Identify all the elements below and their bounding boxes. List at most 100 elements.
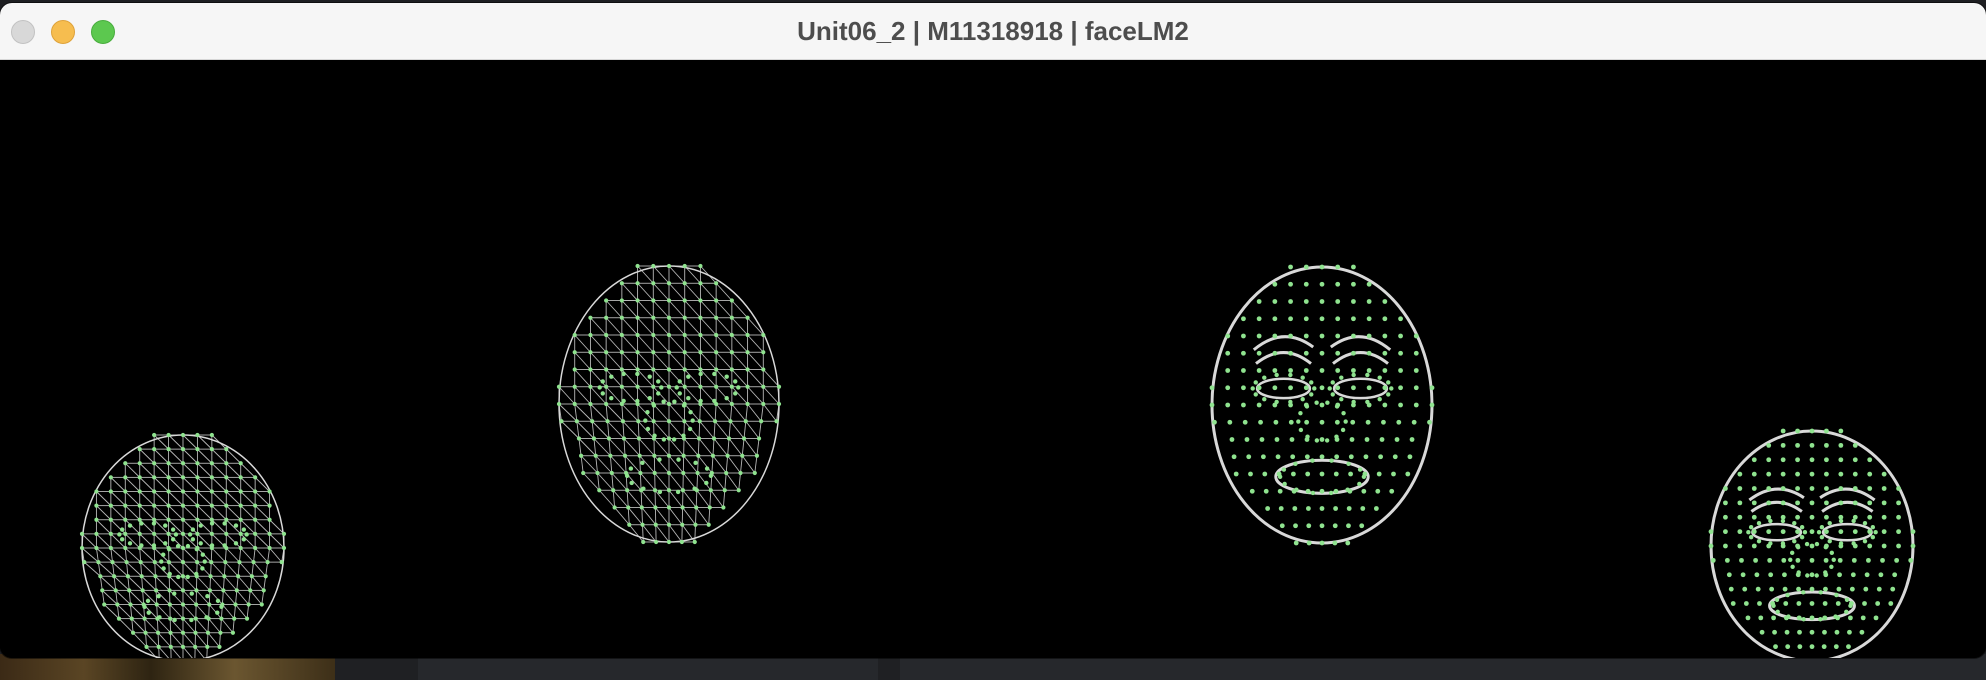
face-1-landmark bbox=[166, 432, 171, 438]
face-4-landmark bbox=[1796, 601, 1802, 606]
face-2-landmark bbox=[588, 384, 593, 389]
face-1-mesh-edge bbox=[182, 575, 197, 591]
face-1-landmark bbox=[209, 531, 214, 536]
face-2-mesh-edge bbox=[712, 438, 715, 456]
face-1-landmark bbox=[195, 560, 200, 565]
face-2-mesh-edge bbox=[652, 265, 670, 284]
face-2-mesh-edge bbox=[715, 369, 733, 388]
face-1-mesh-edge bbox=[144, 618, 147, 633]
face-1-mesh-edge bbox=[155, 590, 158, 605]
face-3-landmark bbox=[1394, 437, 1400, 442]
face-4-feature-landmark bbox=[1814, 541, 1820, 547]
face-3-feature-landmark bbox=[1314, 438, 1320, 443]
face-2-landmark bbox=[619, 332, 624, 338]
face-1-landmark bbox=[94, 517, 99, 522]
face-2-landmark bbox=[695, 470, 700, 476]
face-1-landmark bbox=[155, 630, 161, 635]
face-1-mesh-edge bbox=[248, 590, 251, 605]
face-3-feature-landmark bbox=[1351, 372, 1356, 378]
face-4-landmark bbox=[1867, 514, 1873, 520]
face-2-landmark bbox=[698, 367, 703, 372]
face-1-landmark bbox=[253, 545, 258, 551]
face-1-mesh-edge bbox=[211, 462, 227, 478]
face-1-mesh-edge bbox=[110, 519, 126, 535]
face-2-landmark bbox=[588, 401, 593, 407]
face-2-landmark bbox=[606, 436, 612, 441]
face-4-feature-landmark bbox=[1829, 550, 1835, 556]
face-4-landmark bbox=[1809, 529, 1815, 535]
face-3-landmark bbox=[1288, 368, 1293, 373]
face-4-landmark bbox=[1742, 586, 1748, 592]
face-4-landmark bbox=[1723, 514, 1728, 520]
face-2-mesh-edge bbox=[652, 351, 670, 370]
face-2-landmark bbox=[653, 522, 658, 527]
face-1-landmark bbox=[166, 560, 171, 565]
face-2-mesh-edge bbox=[731, 386, 748, 405]
face-3-landmark bbox=[1335, 281, 1341, 287]
face-3-landmark bbox=[1427, 419, 1432, 425]
face-1-landmark bbox=[205, 644, 210, 649]
face-4-landmark bbox=[1781, 557, 1787, 563]
face-4-landmark bbox=[1809, 586, 1815, 592]
face-2-feature-landmark bbox=[643, 418, 648, 423]
face-3-feature-landmark bbox=[1309, 380, 1314, 385]
face-2-landmark bbox=[696, 453, 701, 458]
face-2-mesh-edge bbox=[714, 420, 730, 439]
face-3-landmark bbox=[1335, 385, 1341, 391]
face-1-mesh-edge bbox=[207, 632, 220, 648]
face-2-mesh-edge bbox=[614, 507, 630, 526]
face-2-mesh-edge bbox=[700, 334, 717, 353]
face-2-landmark bbox=[682, 332, 687, 338]
face-2-landmark bbox=[608, 453, 613, 458]
face-1-mesh-edge bbox=[269, 533, 285, 549]
face-2-mesh-edge bbox=[605, 403, 609, 422]
face-2-landmark bbox=[741, 436, 747, 441]
title-bar[interactable]: Unit06_2 | M11318918 | faceLM2 bbox=[0, 3, 1986, 60]
face-2-feature-landmark bbox=[677, 379, 682, 384]
face-4-landmark bbox=[1809, 543, 1815, 549]
face-1-feature-landmark bbox=[119, 537, 125, 542]
face-1-mesh-edge bbox=[240, 505, 256, 521]
face-2-mesh-edge bbox=[684, 351, 701, 370]
face-1-landmark bbox=[153, 588, 159, 593]
face-2-landmark bbox=[651, 281, 656, 286]
face-4-feature-landmark bbox=[1792, 538, 1797, 544]
face-1-mesh-edge bbox=[211, 477, 227, 492]
face-1-landmark bbox=[79, 545, 85, 551]
face-1-feature-landmark bbox=[167, 571, 172, 577]
face-4-landmark bbox=[1890, 586, 1896, 592]
face-3-landmark bbox=[1319, 333, 1325, 339]
face-2-landmark bbox=[666, 488, 672, 493]
face-2-mesh-edge bbox=[747, 334, 764, 353]
face-1-mesh-edge bbox=[126, 562, 129, 577]
face-2-feature-landmark bbox=[629, 480, 634, 486]
face-2-feature-landmark bbox=[635, 398, 640, 404]
face-1-mesh-edge bbox=[197, 477, 213, 492]
face-2-feature-landmark bbox=[736, 385, 741, 390]
face-1-mesh-edge bbox=[145, 632, 160, 648]
face-3-landmark bbox=[1272, 299, 1278, 304]
face-2-mesh-edge bbox=[668, 265, 686, 284]
face-1-mesh-edge bbox=[153, 547, 156, 563]
face-3-feature-landmark bbox=[1377, 375, 1382, 380]
face-2-mesh-edge bbox=[747, 369, 764, 388]
face-1-landmark bbox=[166, 461, 171, 466]
face-1-mesh-edge bbox=[110, 505, 126, 521]
face-3-feature-landmark bbox=[1330, 392, 1335, 397]
face-4-landmark bbox=[1821, 644, 1827, 650]
face-2-mesh-edge bbox=[668, 300, 686, 319]
face-3-landmark bbox=[1231, 454, 1237, 460]
face-3-landmark bbox=[1351, 316, 1356, 322]
face-4-feature-landmark bbox=[1838, 518, 1844, 524]
face-3-landmark bbox=[1411, 419, 1417, 425]
face-1-landmark bbox=[152, 560, 157, 565]
face-1-landmark bbox=[261, 588, 266, 593]
face-1-landmark bbox=[108, 503, 113, 508]
face-2-landmark bbox=[572, 401, 577, 407]
face-1-mesh-edge bbox=[224, 561, 239, 577]
face-2-landmark bbox=[652, 470, 657, 476]
face-1-mesh-edge bbox=[224, 575, 238, 591]
face-2-mesh-edge bbox=[696, 489, 711, 508]
face-2-mesh-edge bbox=[711, 472, 726, 491]
face-1-mesh-edge bbox=[157, 632, 172, 648]
